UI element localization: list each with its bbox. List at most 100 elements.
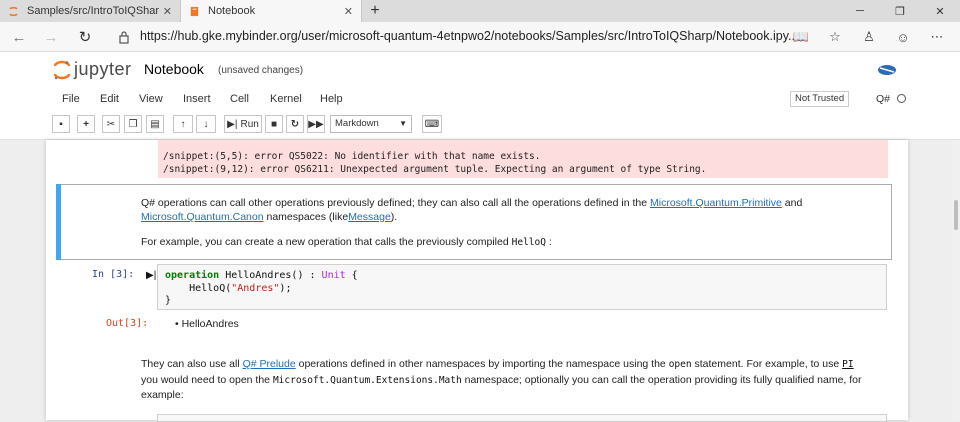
md-paragraph-1-line-1: Q# operations can call other operations … [141, 197, 802, 209]
menu-bar: File Edit View Insert Cell Kernel Help N… [0, 88, 960, 110]
md2-line-2: you would need to open the Microsoft.Qua… [141, 374, 862, 386]
cell-type-select[interactable]: Markdown ▼ [330, 115, 412, 133]
code-keyword: operation [165, 270, 220, 281]
run-cell-icon[interactable]: ▶| [146, 270, 156, 281]
minimize-icon[interactable]: ─ [840, 0, 880, 22]
code-text: ); [279, 283, 292, 294]
md-text: namespaces (like [266, 211, 349, 223]
browser-tab-2[interactable]: Notebook ✕ [180, 0, 362, 22]
url-field[interactable]: https://hub.gke.mybinder.org/user/micros… [140, 29, 798, 43]
restart-run-all-icon[interactable]: ▶▶ [307, 115, 325, 133]
run-button[interactable]: ▶| Run [224, 115, 262, 133]
md-text: namespace; optionally you can call the o… [464, 374, 862, 386]
back-icon[interactable]: ← [4, 22, 34, 52]
new-tab-button[interactable]: + [362, 0, 388, 22]
next-code-cell[interactable] [157, 414, 887, 422]
jupyter-logo-icon [53, 60, 71, 80]
paste-icon[interactable]: ▤ [146, 115, 164, 133]
output-text: HelloAndres [181, 318, 239, 330]
link-qsharp-prelude[interactable]: Q# Prelude [243, 358, 296, 370]
trust-button[interactable]: Not Trusted [790, 91, 850, 107]
md-text: For example, you can create a new operat… [141, 236, 509, 248]
profile-icon[interactable]: ♙ [852, 29, 886, 45]
error-line-2: /snippet:(9,12): error QS6211: Unexpecte… [163, 164, 707, 175]
copy-icon[interactable]: ❐ [124, 115, 142, 133]
restore-icon[interactable]: ❐ [880, 0, 920, 22]
menu-insert[interactable]: Insert [183, 93, 211, 105]
refresh-icon[interactable]: ↻ [70, 22, 100, 52]
insert-cell-icon[interactable]: + [77, 115, 95, 133]
close-tab-icon[interactable]: ✕ [163, 5, 172, 18]
md-text: : [548, 236, 552, 248]
save-icon[interactable]: ▪ [52, 115, 70, 133]
window-controls: ─ ❐ ✕ [840, 0, 960, 22]
menu-edit[interactable]: Edit [100, 93, 119, 105]
cut-icon[interactable]: ✂ [102, 115, 120, 133]
inline-code: open [668, 359, 692, 370]
run-label: Run [240, 118, 259, 130]
browser-tab-1[interactable]: Samples/src/IntroToIQSharp/ ✕ [0, 0, 180, 22]
md-text: and [784, 197, 803, 209]
md-text: ). [390, 211, 398, 223]
output-list-item: • HelloAndres [175, 318, 239, 330]
md2-line-1: They can also use all Q# Prelude operati… [141, 358, 854, 370]
inline-code: HelloQ [511, 237, 546, 248]
jupyter-brand[interactable]: jupyter [74, 59, 132, 80]
forward-icon[interactable]: → [36, 22, 66, 52]
more-options-icon[interactable]: ⋯ [920, 29, 954, 45]
md-paragraph-2: For example, you can create a new operat… [141, 236, 552, 248]
save-status: (unsaved changes) [218, 65, 304, 76]
md-text: statement. For example, to use [694, 358, 840, 370]
md-text: you would need to open the [141, 374, 271, 386]
run-icon: ▶| [227, 118, 238, 130]
md-text: They can also use all [141, 358, 240, 370]
favorite-star-icon[interactable]: ☆ [818, 29, 852, 45]
selection-indicator [56, 184, 61, 260]
output-prompt: Out[3]: [106, 318, 149, 329]
input-prompt: In [3]: [92, 269, 135, 280]
jupyter-favicon-icon [9, 6, 18, 16]
interrupt-icon[interactable]: ■ [265, 115, 283, 133]
code-line-2: HelloQ("Andres"); [165, 283, 291, 294]
move-up-icon[interactable]: ↑ [173, 115, 193, 133]
md-paragraph-1-line-2: Microsoft.Quantum.Canon namespaces (like… [141, 211, 397, 223]
menu-help[interactable]: Help [320, 93, 343, 105]
menu-cell[interactable]: Cell [230, 93, 249, 105]
tab-label: Samples/src/IntroToIQSharp/ [27, 5, 159, 17]
scrollbar-thumb[interactable] [954, 200, 958, 230]
error-line-1: /snippet:(5,5): error QS5022: No identif… [163, 151, 541, 162]
address-bar: ← → ↻ https://hub.gke.mybinder.org/user/… [0, 22, 960, 52]
cell-type-value: Markdown [335, 118, 379, 129]
code-line-1: operation HelloAndres() : Unit { [165, 270, 358, 281]
notebook-toolbar: ▪ + ✂ ❐ ▤ ↑ ↓ ▶| Run ■ ↻ ▶▶ Markdown ▼ ⌨ [0, 110, 960, 140]
lock-icon [119, 31, 129, 44]
link-microsoft-quantum-canon[interactable]: Microsoft.Quantum.Canon [141, 211, 264, 223]
keyboard-icon[interactable]: ⌨ [422, 115, 442, 133]
move-down-icon[interactable]: ↓ [196, 115, 216, 133]
md2-line-3: example: [141, 389, 184, 401]
menu-kernel[interactable]: Kernel [270, 93, 302, 105]
code-text: { [345, 270, 358, 281]
menu-file[interactable]: File [62, 93, 80, 105]
link-message[interactable]: Message [348, 211, 391, 223]
scrollbar[interactable] [952, 140, 960, 420]
kernel-logo-icon [878, 65, 896, 75]
menu-view[interactable]: View [139, 93, 163, 105]
code-string: "Andres" [231, 283, 280, 294]
tab-label: Notebook [208, 5, 256, 17]
reading-view-icon[interactable]: 📖 [784, 29, 818, 45]
md-text: operations defined in other namespaces b… [298, 358, 666, 370]
notebook-title[interactable]: Notebook [144, 61, 204, 77]
jupyter-header: jupyter Notebook (unsaved changes) [0, 52, 960, 88]
code-text: HelloAndres() : [219, 270, 322, 281]
restart-icon[interactable]: ↻ [286, 115, 304, 133]
link-pi[interactable]: PI [842, 359, 853, 370]
inline-code: Microsoft.Quantum.Extensions.Math [272, 375, 462, 386]
browser-tab-bar: Samples/src/IntroToIQSharp/ ✕ Notebook ✕… [0, 0, 960, 22]
close-window-icon[interactable]: ✕ [920, 0, 960, 22]
feedback-smiley-icon[interactable]: ☺ [886, 30, 920, 45]
link-microsoft-quantum-primitive[interactable]: Microsoft.Quantum.Primitive [650, 197, 782, 209]
close-tab-icon[interactable]: ✕ [344, 5, 353, 18]
code-type: Unit [321, 270, 346, 281]
